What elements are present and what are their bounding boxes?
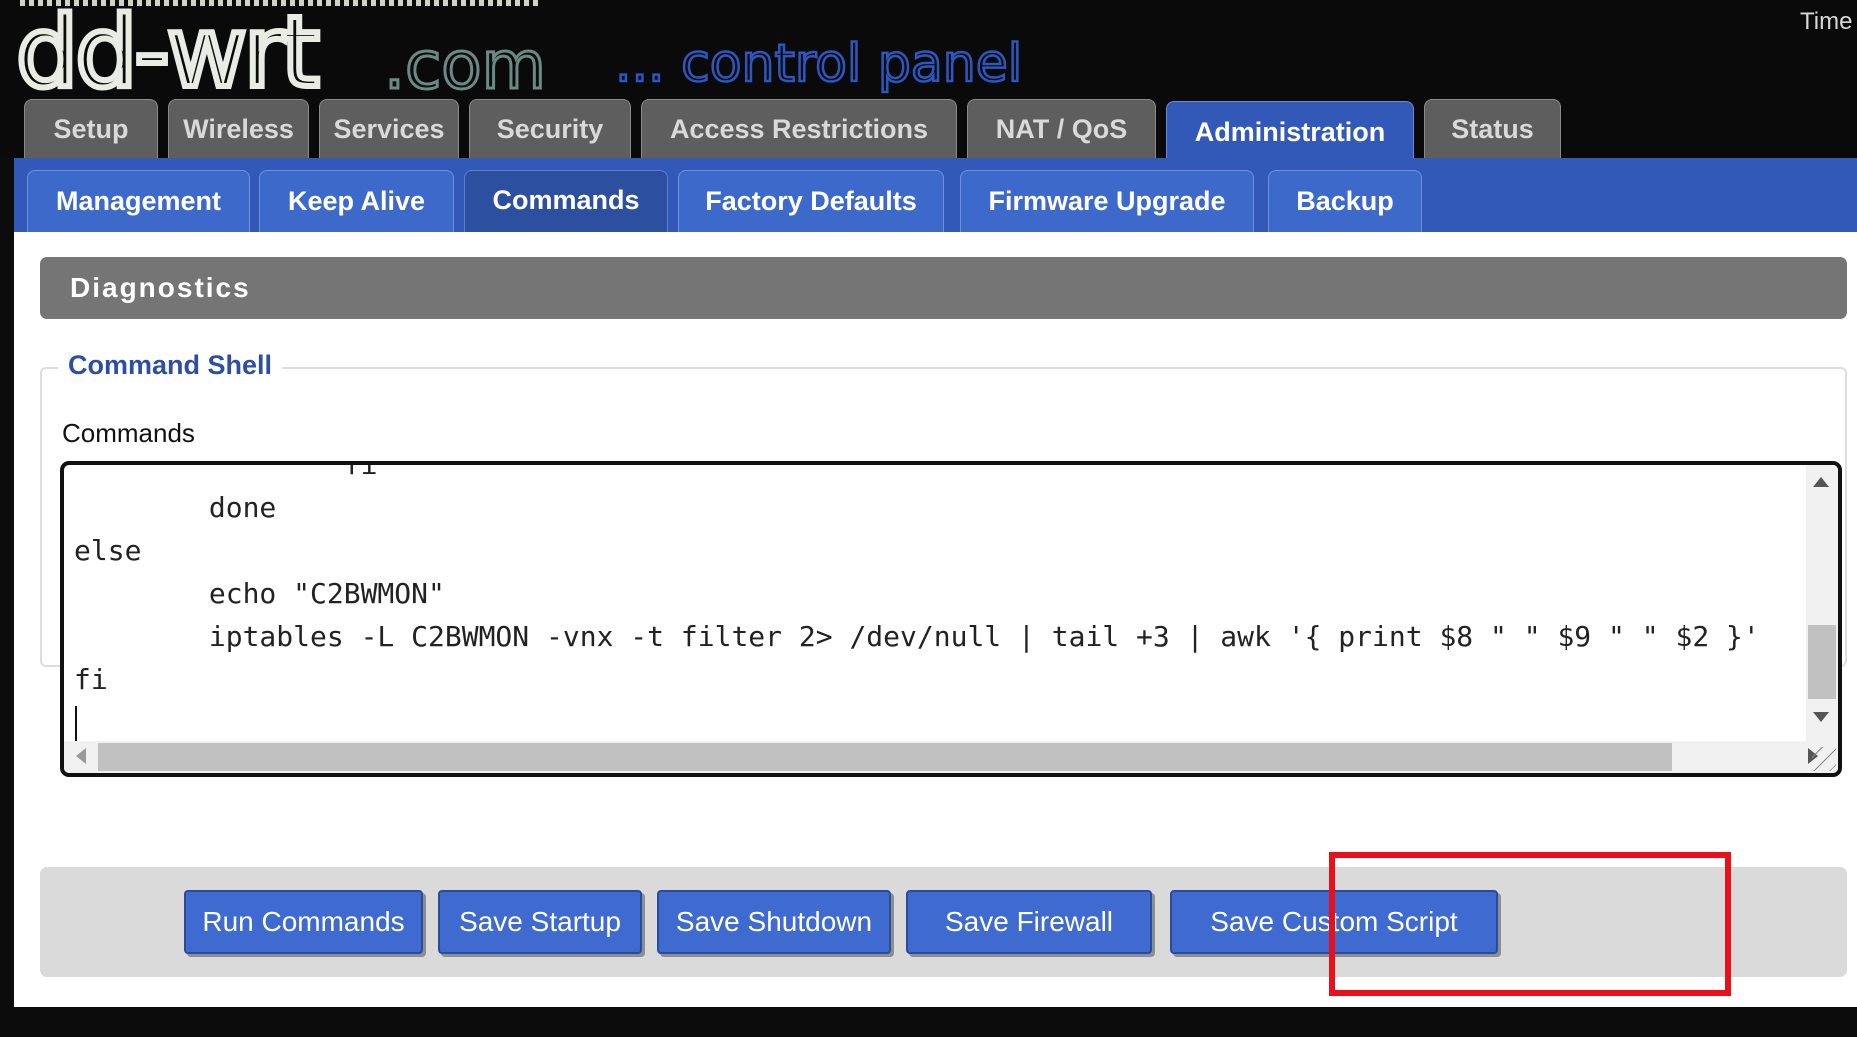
logo-tagline: ... control panel — [614, 33, 1024, 96]
time-label: Time — [1800, 8, 1853, 35]
page: dd-wrt .com ... control panel Time Setup… — [0, 0, 1857, 1037]
tab-services[interactable]: Services — [319, 99, 459, 158]
tab-security[interactable]: Security — [469, 99, 631, 158]
resize-grip-icon[interactable] — [1812, 747, 1836, 771]
tab-status[interactable]: Status — [1424, 99, 1561, 158]
vertical-scroll-thumb[interactable] — [1808, 625, 1836, 699]
tab-wireless[interactable]: Wireless — [168, 99, 309, 158]
vertical-scrollbar[interactable] — [1806, 465, 1838, 741]
text-cursor — [75, 706, 77, 742]
section-title: Diagnostics — [70, 272, 251, 303]
subtab-factory-defaults[interactable]: Factory Defaults — [678, 170, 944, 232]
subtab-management[interactable]: Management — [27, 170, 250, 232]
save-firewall-button[interactable]: Save Firewall — [906, 890, 1152, 954]
content-area: Diagnostics Command Shell Commands fi do… — [14, 232, 1857, 1007]
tab-access-restrictions[interactable]: Access Restrictions — [641, 99, 957, 158]
subtab-firmware-upgrade[interactable]: Firmware Upgrade — [960, 170, 1254, 232]
tab-nat-qos[interactable]: NAT / QoS — [967, 99, 1156, 158]
fieldset-legend: Command Shell — [58, 345, 283, 385]
horizontal-scrollbar[interactable] — [64, 741, 1838, 773]
scroll-up-arrow-icon[interactable] — [1813, 477, 1829, 487]
commands-text[interactable]: fi done else echo "C2BWMON" iptables -L … — [74, 465, 1760, 701]
section-header: Diagnostics — [40, 257, 1847, 319]
commands-textarea[interactable]: fi done else echo "C2BWMON" iptables -L … — [60, 461, 1842, 777]
main-tabs: Setup Wireless Services Security Access … — [24, 99, 1571, 158]
subtab-commands[interactable]: Commands — [464, 170, 668, 232]
tab-administration[interactable]: Administration — [1166, 101, 1414, 158]
subtab-keep-alive[interactable]: Keep Alive — [259, 170, 454, 232]
commands-label: Commands — [62, 418, 195, 448]
button-bar: Run Commands Save Startup Save Shutdown … — [40, 867, 1847, 977]
sub-navigation: Management Keep Alive Commands Factory D… — [14, 158, 1857, 232]
save-custom-script-button[interactable]: Save Custom Script — [1170, 890, 1498, 954]
subtab-backup[interactable]: Backup — [1268, 170, 1422, 232]
run-commands-button[interactable]: Run Commands — [184, 890, 423, 954]
save-shutdown-button[interactable]: Save Shutdown — [657, 890, 891, 954]
scroll-down-arrow-icon[interactable] — [1813, 712, 1829, 722]
scroll-left-arrow-icon[interactable] — [76, 748, 86, 764]
logo: dd-wrt — [13, 0, 323, 110]
horizontal-scroll-thumb[interactable] — [98, 743, 1672, 771]
logo-suffix: .com — [383, 27, 548, 104]
save-startup-button[interactable]: Save Startup — [438, 890, 642, 954]
tab-setup[interactable]: Setup — [24, 99, 158, 158]
